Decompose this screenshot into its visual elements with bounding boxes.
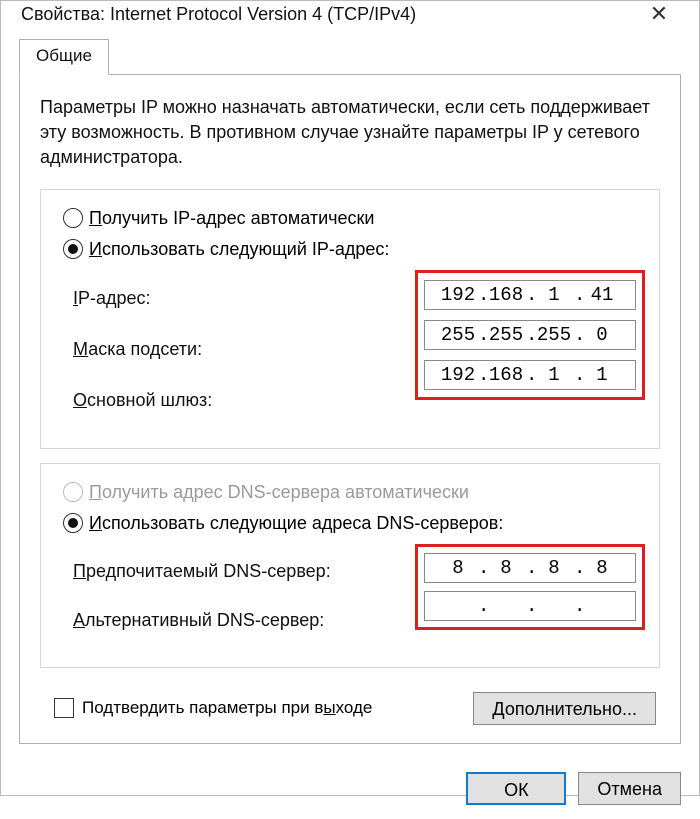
radio-icon bbox=[63, 513, 83, 533]
input-ip-address[interactable]: 192.168.1.41 bbox=[424, 280, 636, 310]
radio-icon bbox=[63, 239, 83, 259]
radio-ip-manual[interactable]: Использовать следующий IP-адрес: bbox=[63, 239, 645, 260]
radio-icon bbox=[63, 482, 83, 502]
tab-general[interactable]: Общие bbox=[19, 39, 109, 75]
ip-fields-highlight: 192.168.1.41 255.255.255.0 192.168.1 bbox=[415, 270, 645, 400]
radio-ip-auto[interactable]: Получить IP-адрес автоматически bbox=[63, 208, 645, 229]
tab-panel-general: Параметры IP можно назначать автоматичес… bbox=[19, 74, 681, 744]
dns-fields-highlight: 8.8.8.8 ... bbox=[415, 544, 645, 630]
checkbox-validate-on-exit[interactable]: Подтвердить параметры при выходе bbox=[54, 698, 372, 718]
label-preferred-dns: Предпочитаемый DNS-сервер: bbox=[73, 561, 331, 582]
advanced-button[interactable]: Дополнительно... bbox=[473, 692, 656, 725]
dialog-footer: ОК Отмена bbox=[1, 758, 699, 819]
checkbox-validate-label: Подтвердить параметры при выходе bbox=[82, 698, 372, 718]
dns-group: Получить адрес DNS-сервера автоматически… bbox=[40, 463, 660, 668]
input-preferred-dns[interactable]: 8.8.8.8 bbox=[424, 553, 636, 583]
ip-address-group: Получить IP-адрес автоматически Использо… bbox=[40, 189, 660, 449]
input-default-gateway[interactable]: 192.168.1.1 bbox=[424, 360, 636, 390]
ok-button[interactable]: ОК bbox=[466, 772, 566, 805]
radio-dns-manual[interactable]: Использовать следующие адреса DNS-сервер… bbox=[63, 513, 645, 534]
radio-icon bbox=[63, 208, 83, 228]
tabstrip: Общие bbox=[19, 39, 681, 74]
input-alternate-dns[interactable]: ... bbox=[424, 591, 636, 621]
content-area: Общие Параметры IP можно назначать автом… bbox=[1, 27, 699, 758]
close-button[interactable]: ✕ bbox=[639, 1, 679, 27]
label-alternate-dns: Альтернативный DNS-сервер: bbox=[73, 610, 324, 631]
label-ip-address: IP-адрес: bbox=[73, 288, 151, 309]
radio-dns-auto: Получить адрес DNS-сервера автоматически bbox=[63, 482, 645, 503]
cancel-button[interactable]: Отмена bbox=[578, 772, 681, 805]
label-subnet-mask: Маска подсети: bbox=[73, 339, 202, 360]
input-subnet-mask[interactable]: 255.255.255.0 bbox=[424, 320, 636, 350]
window-title: Свойства: Internet Protocol Version 4 (T… bbox=[21, 4, 416, 25]
intro-text: Параметры IP можно назначать автоматичес… bbox=[40, 95, 660, 171]
ipv4-properties-dialog: Свойства: Internet Protocol Version 4 (T… bbox=[0, 0, 700, 796]
titlebar: Свойства: Internet Protocol Version 4 (T… bbox=[1, 1, 699, 27]
label-default-gateway: Основной шлюз: bbox=[73, 390, 212, 411]
